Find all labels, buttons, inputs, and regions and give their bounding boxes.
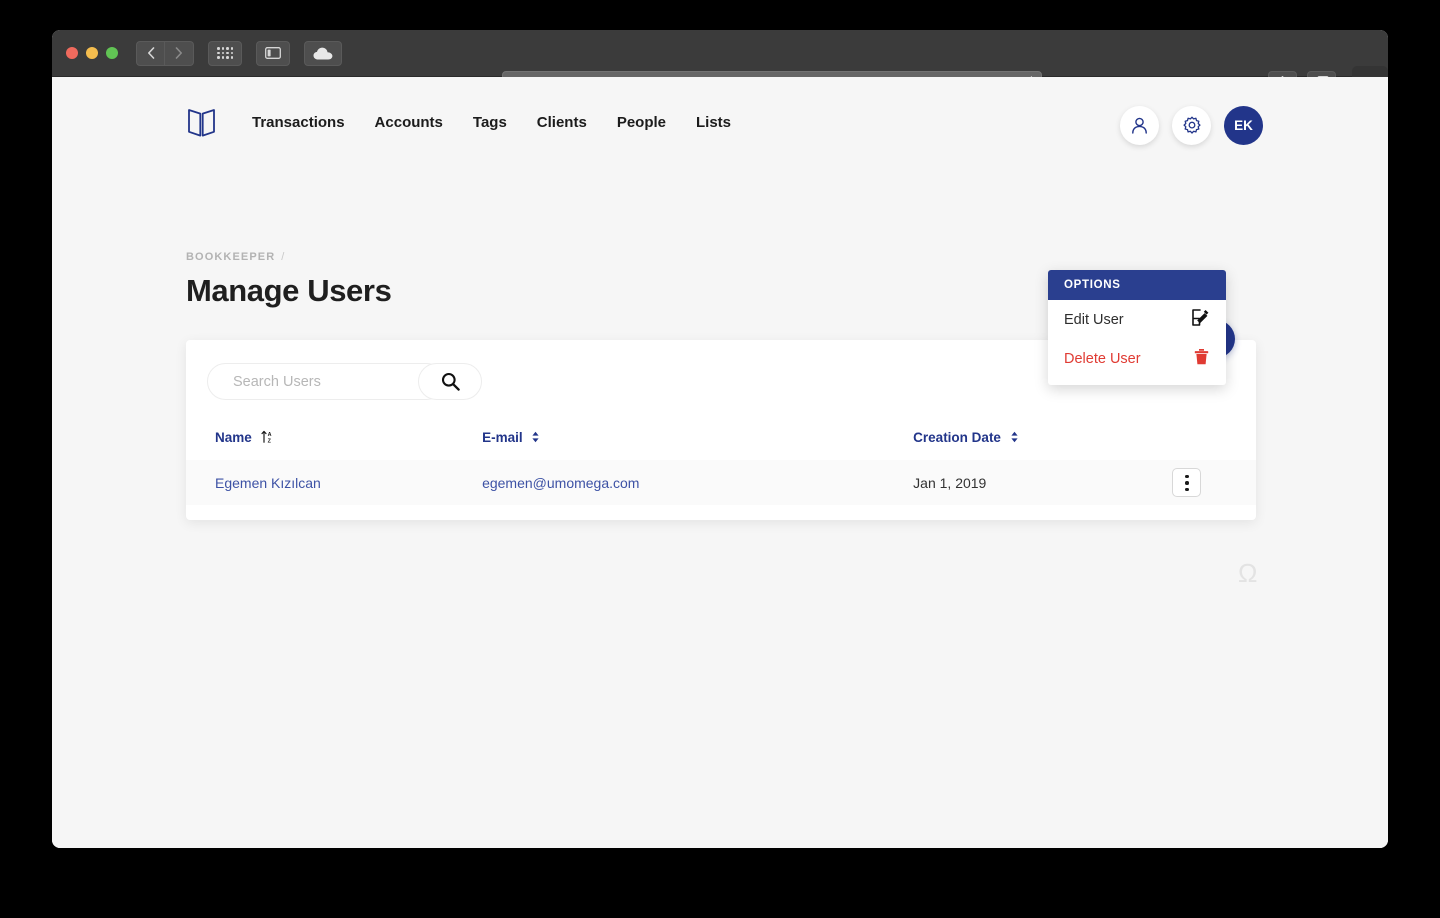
column-header-name-label: Name (215, 430, 252, 445)
open-book-icon (188, 108, 215, 136)
nav-right-actions: EK (1120, 106, 1263, 145)
nav-link-clients[interactable]: Clients (537, 114, 587, 131)
nav-link-accounts[interactable]: Accounts (375, 114, 443, 131)
kebab-dot (1185, 487, 1189, 492)
nav-link-lists[interactable]: Lists (696, 114, 731, 131)
users-table-body: Egemen Kızılcan egemen@umomega.com Jan 1… (186, 460, 1256, 506)
search-icon (441, 372, 460, 391)
minimize-window-button[interactable] (86, 47, 98, 59)
edit-icon (1192, 309, 1209, 330)
trash-icon (1194, 348, 1209, 369)
menu-item-delete-user-label: Delete User (1064, 350, 1141, 367)
svg-text:A: A (267, 433, 271, 439)
column-header-email[interactable]: E-mail (482, 430, 913, 460)
column-header-name[interactable]: Name A Z (186, 430, 482, 460)
user-email-link[interactable]: egemen@umomega.com (482, 475, 639, 491)
breadcrumb-root[interactable]: BOOKKEEPER (186, 251, 275, 263)
chevron-right-icon (175, 47, 182, 59)
kebab-dot (1185, 474, 1189, 479)
page-content: Transactions Accounts Tags Clients Peopl… (52, 77, 1388, 848)
icloud-icon (313, 47, 333, 59)
navigation-buttons (136, 40, 194, 66)
sidebar-toggle-icon (265, 47, 281, 59)
back-button[interactable] (136, 40, 165, 66)
cell-creation-date: Jan 1, 2019 (913, 460, 1163, 506)
icloud-button[interactable] (304, 40, 342, 66)
menu-item-edit-user[interactable]: Edit User (1048, 300, 1226, 339)
user-icon (1132, 117, 1147, 134)
page-title: Manage Users (186, 273, 392, 308)
sidebar-toggle-button[interactable] (256, 40, 290, 66)
chevron-left-icon (147, 47, 154, 59)
nav-link-tags[interactable]: Tags (473, 114, 507, 131)
sort-alpha-icon: A Z (260, 430, 273, 446)
user-name-link[interactable]: Egemen Kızılcan (215, 475, 321, 491)
users-table-head: Name A Z E-mail Creation Date (186, 430, 1256, 460)
gear-icon (1182, 116, 1201, 134)
menu-item-delete-user[interactable]: Delete User (1048, 339, 1226, 385)
omega-watermark-icon: Ω (1238, 558, 1258, 588)
sort-updown-icon (1010, 431, 1019, 446)
nav-link-transactions[interactable]: Transactions (252, 114, 345, 131)
avatar[interactable]: EK (1224, 106, 1263, 145)
nav-links: Transactions Accounts Tags Clients Peopl… (252, 114, 731, 131)
settings-button[interactable] (1172, 106, 1211, 145)
column-header-creation-date[interactable]: Creation Date (913, 430, 1162, 460)
cell-name: Egemen Kızılcan (186, 460, 483, 506)
users-table: Name A Z E-mail Creation Date Egemen Kız… (186, 430, 1256, 506)
search-input[interactable] (208, 364, 416, 399)
forward-button[interactable] (165, 40, 194, 66)
search-button[interactable] (418, 363, 482, 400)
menu-item-edit-user-label: Edit User (1064, 311, 1124, 328)
breadcrumb-separator: / (281, 251, 286, 263)
browser-titlebar: bookkeeper.test (52, 30, 1388, 97)
breadcrumb: BOOKKEEPER / (186, 251, 285, 263)
cell-email: egemen@umomega.com (482, 460, 914, 506)
search-row (207, 363, 482, 400)
browser-window: bookkeeper.test (52, 30, 1388, 848)
nav-link-people[interactable]: People (617, 114, 666, 131)
table-header-row: Name A Z E-mail Creation Date (186, 430, 1256, 460)
kebab-dot (1185, 481, 1189, 485)
close-window-button[interactable] (66, 47, 78, 59)
column-header-creation-date-label: Creation Date (913, 430, 1001, 446)
app-navbar: Transactions Accounts Tags Clients Peopl… (52, 77, 1388, 167)
cell-actions (1162, 460, 1256, 506)
profile-button[interactable] (1120, 106, 1159, 145)
options-dropdown-title: OPTIONS (1048, 270, 1226, 300)
app-grid-icon (217, 47, 233, 59)
svg-text:Z: Z (267, 439, 271, 444)
column-header-email-label: E-mail (482, 430, 523, 446)
table-row: Egemen Kızılcan egemen@umomega.com Jan 1… (186, 460, 1256, 506)
row-options-button[interactable] (1172, 468, 1202, 498)
sort-updown-icon (531, 431, 540, 446)
zoom-window-button[interactable] (106, 47, 118, 59)
options-dropdown: OPTIONS Edit User Delete User (1048, 270, 1226, 385)
search-box (207, 363, 445, 400)
traffic-lights (66, 47, 118, 59)
bookkeeper-logo[interactable] (186, 107, 217, 138)
show-all-tabs-button[interactable] (208, 40, 242, 66)
column-header-actions (1162, 430, 1256, 460)
